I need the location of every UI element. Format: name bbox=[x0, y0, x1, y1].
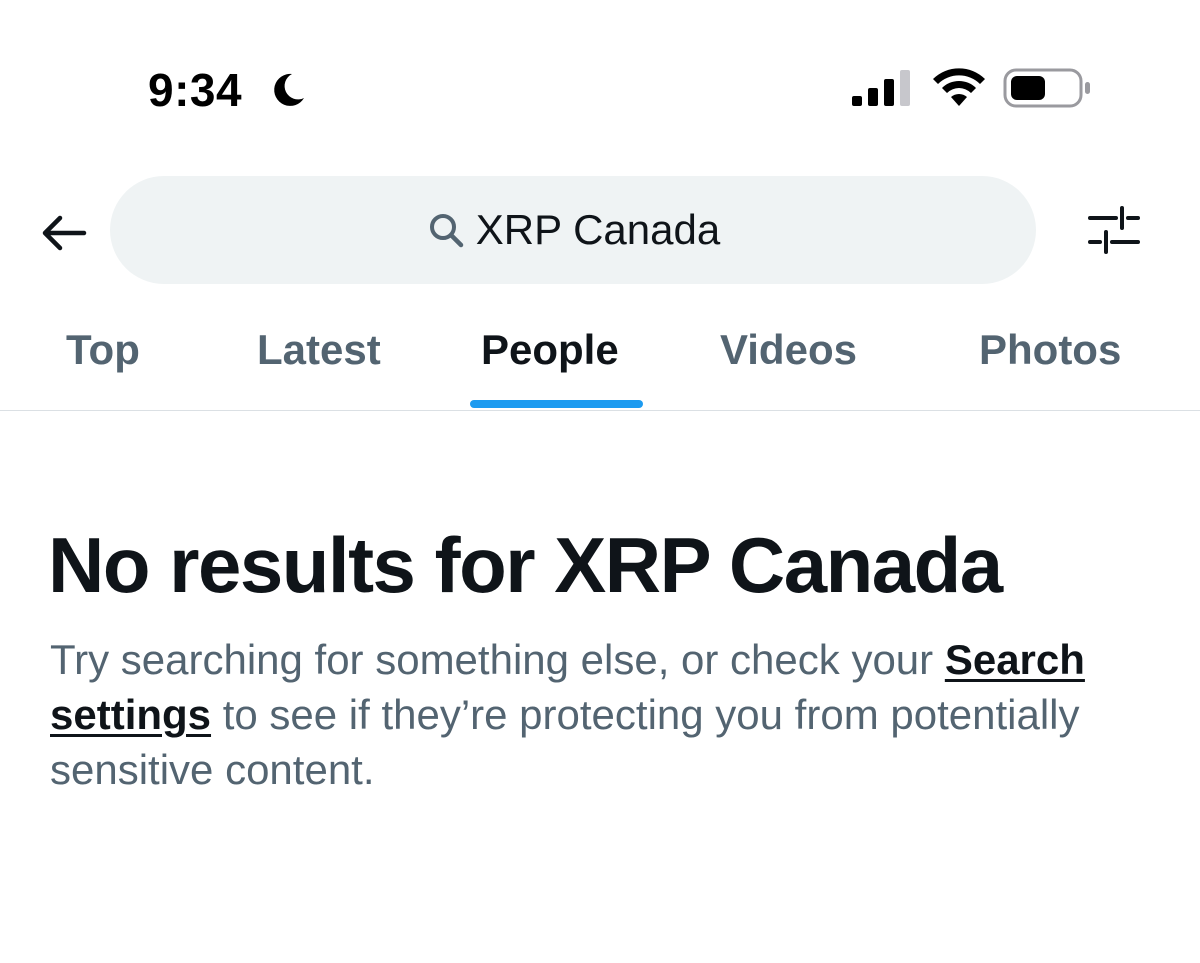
tab-photos[interactable]: Photos bbox=[979, 324, 1121, 376]
status-time: 9:34 bbox=[148, 64, 243, 116]
search-input[interactable]: XRP Canada bbox=[110, 176, 1036, 284]
wifi-icon bbox=[933, 68, 985, 106]
search-icon bbox=[429, 214, 464, 248]
tab-top[interactable]: Top bbox=[66, 324, 140, 376]
cellular-signal-icon bbox=[852, 70, 910, 106]
tab-latest[interactable]: Latest bbox=[257, 324, 381, 376]
back-arrow-icon[interactable] bbox=[38, 206, 92, 260]
tab-videos[interactable]: Videos bbox=[720, 324, 857, 376]
search-query-text: XRP Canada bbox=[475, 206, 721, 253]
status-bar: 9:34 bbox=[0, 0, 1200, 150]
empty-state-text-before: Try searching for something else, or che… bbox=[50, 636, 945, 683]
active-tab-indicator bbox=[470, 400, 643, 408]
empty-state-message: Try searching for something else, or che… bbox=[50, 632, 1160, 797]
empty-state-title: No results for XRP Canada bbox=[48, 521, 1003, 609]
battery-icon bbox=[1003, 68, 1090, 108]
search-tabs: Top Latest People Videos Photos bbox=[0, 300, 1200, 411]
tab-people[interactable]: People bbox=[481, 324, 619, 376]
moon-icon bbox=[274, 73, 304, 106]
sliders-icon[interactable] bbox=[1084, 200, 1144, 260]
